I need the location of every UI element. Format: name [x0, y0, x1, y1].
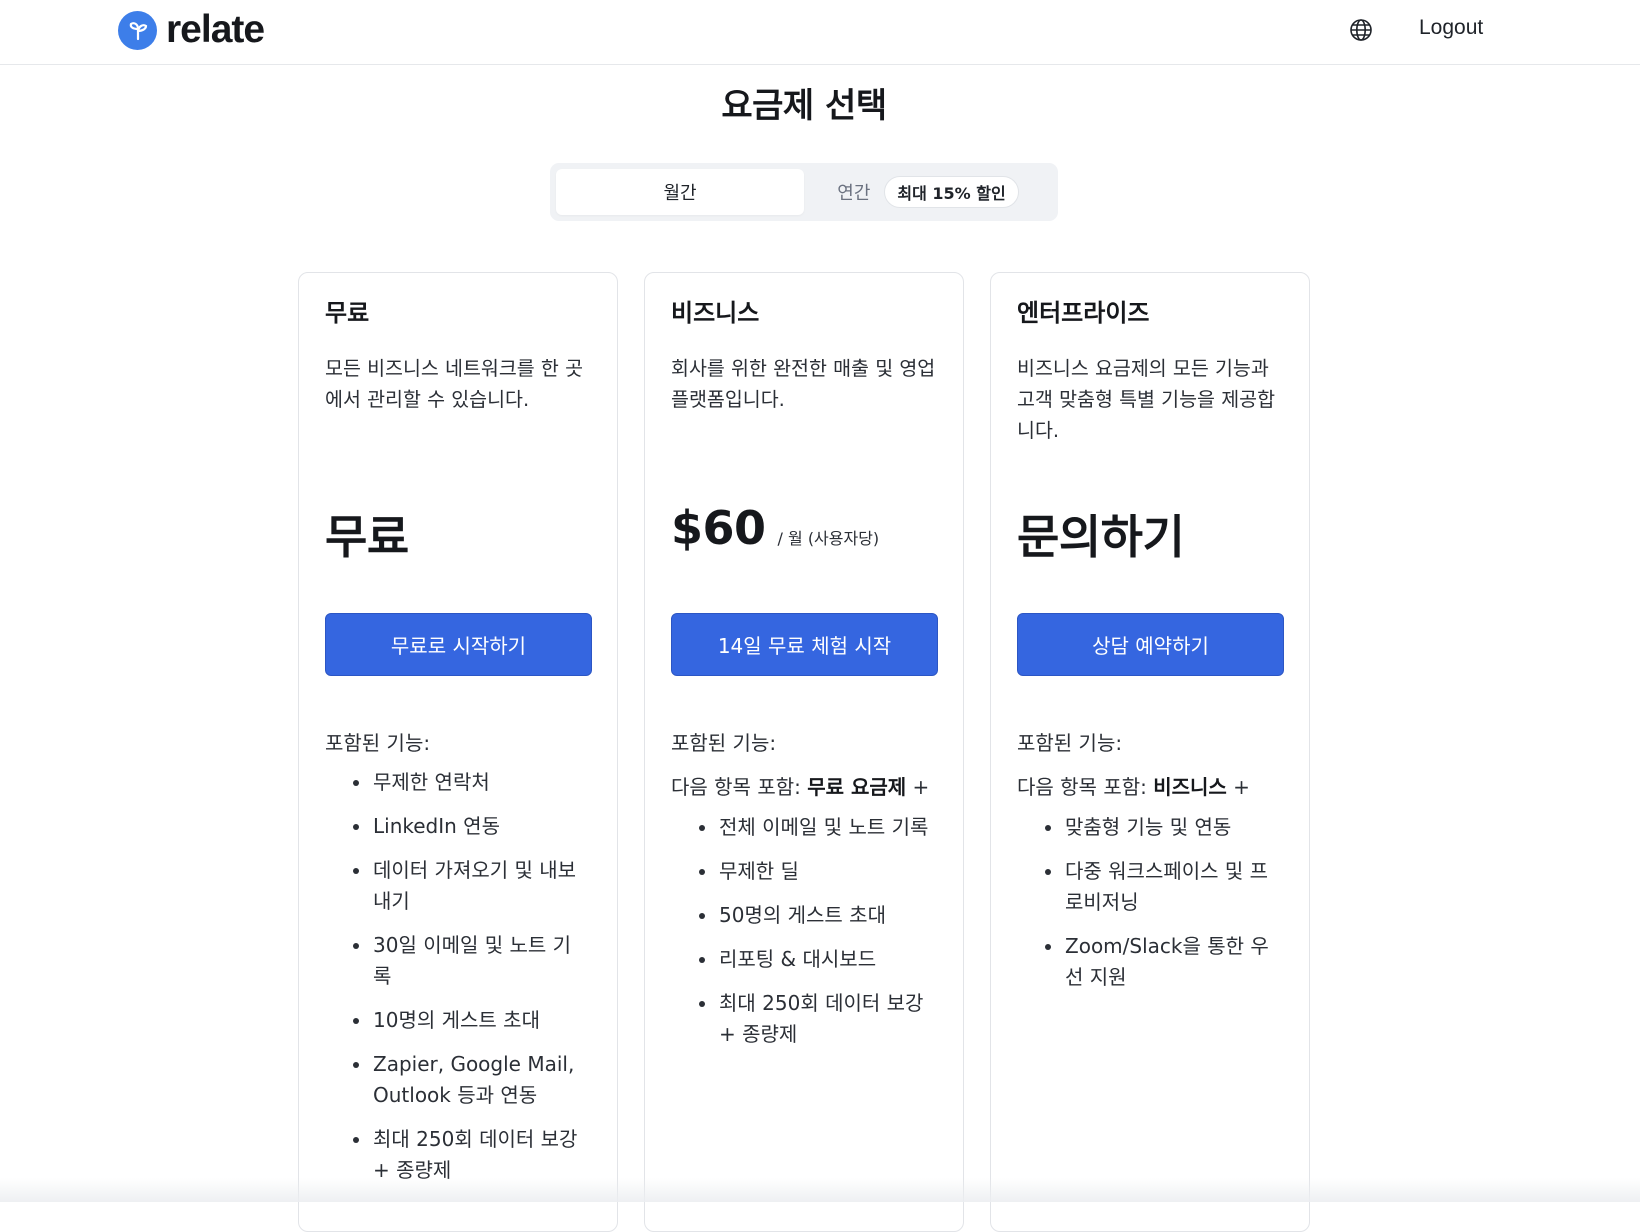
plan-price: 무료	[325, 501, 409, 564]
top-navbar: relate Logout	[0, 0, 1640, 65]
logout-link[interactable]: Logout	[1419, 16, 1483, 40]
price-unit: / 월 (사용자당)	[777, 529, 880, 548]
toggle-monthly[interactable]: 월간	[556, 169, 804, 215]
plan-card-free: 무료 모든 비즈니스 네트워크를 한 곳에서 관리할 수 있습니다. 무료 무료…	[298, 272, 618, 1232]
includes-prefix: 다음 항목 포함:	[1017, 775, 1154, 799]
globe-icon[interactable]	[1349, 18, 1373, 42]
list-item: 최대 250회 데이터 보강 + 종량제	[351, 1124, 583, 1186]
features-title: 포함된 기능:	[325, 731, 431, 755]
list-item: 다중 워크스페이스 및 프로비저닝	[1043, 856, 1275, 918]
toggle-monthly-label: 월간	[663, 183, 697, 204]
plan-name: 엔터프라이즈	[1017, 299, 1150, 327]
book-consultation-button[interactable]: 상담 예약하기	[1017, 613, 1284, 676]
price-amount: $60	[671, 501, 766, 555]
start-trial-button[interactable]: 14일 무료 체험 시작	[671, 613, 938, 676]
includes-suffix: +	[1226, 775, 1250, 799]
features-title: 포함된 기능:	[671, 731, 777, 755]
toggle-yearly-label: 연간	[837, 183, 871, 204]
list-item: 데이터 가져오기 및 내보내기	[351, 855, 583, 917]
includes-line: 다음 항목 포함: 비즈니스 +	[1017, 771, 1250, 800]
plan-card-enterprise: 엔터프라이즈 비즈니스 요금제의 모든 기능과 고객 맞춤형 특별 기능을 제공…	[990, 272, 1310, 1232]
plan-name: 비즈니스	[671, 299, 760, 327]
plan-price: $60 / 월 (사용자당)	[671, 501, 879, 561]
list-item: 전체 이메일 및 노트 기록	[697, 812, 929, 843]
includes-plan: 비즈니스	[1153, 775, 1227, 799]
price-amount: 문의하기	[1017, 510, 1185, 564]
list-item: 30일 이메일 및 노트 기록	[351, 930, 583, 992]
includes-suffix: +	[906, 775, 930, 799]
list-item: 무제한 연락처	[351, 767, 583, 798]
list-item: Zoom/Slack을 통한 우선 지원	[1043, 931, 1275, 993]
includes-plan: 무료 요금제	[807, 775, 907, 799]
features-title: 포함된 기능:	[1017, 731, 1123, 755]
plan-description: 비즈니스 요금제의 모든 기능과 고객 맞춤형 특별 기능을 제공합니다.	[1017, 357, 1276, 442]
includes-prefix: 다음 항목 포함:	[671, 775, 808, 799]
plan-name: 무료	[325, 299, 370, 327]
plan-card-business: 비즈니스 회사를 위한 완전한 매출 및 영업 플랫폼입니다. $60 / 월 …	[644, 272, 964, 1232]
discount-badge: 최대 15% 할인	[884, 176, 1019, 208]
list-item: 맞춤형 기능 및 연동	[1043, 812, 1275, 843]
logo-mark-icon	[118, 10, 157, 50]
brand-name: relate	[166, 8, 265, 51]
feature-list: 무제한 연락처 LinkedIn 연동 데이터 가져오기 및 내보내기 30일 …	[351, 767, 583, 1199]
list-item: 10명의 게스트 초대	[351, 1005, 583, 1036]
list-item: 50명의 게스트 초대	[697, 900, 929, 931]
list-item: LinkedIn 연동	[351, 811, 583, 842]
toggle-yearly[interactable]: 연간 최대 15% 할인	[804, 169, 1052, 215]
plan-price: 문의하기	[1017, 501, 1185, 564]
price-amount: 무료	[325, 510, 409, 564]
feature-list: 맞춤형 기능 및 연동 다중 워크스페이스 및 프로비저닝 Zoom/Slack…	[1043, 812, 1275, 1006]
plan-description: 회사를 위한 완전한 매출 및 영업 플랫폼입니다.	[671, 357, 936, 411]
list-item: 최대 250회 데이터 보강 + 종량제	[697, 988, 929, 1050]
feature-list: 전체 이메일 및 노트 기록 무제한 딜 50명의 게스트 초대 리포팅 & 대…	[697, 812, 929, 1063]
list-item: 무제한 딜	[697, 856, 929, 887]
list-item: 리포팅 & 대시보드	[697, 944, 929, 975]
brand-logo[interactable]: relate	[118, 8, 265, 51]
page-title: 요금제 선택	[721, 86, 887, 126]
bottom-fade	[0, 1178, 1640, 1202]
plan-description: 모든 비즈니스 네트워크를 한 곳에서 관리할 수 있습니다.	[325, 357, 584, 411]
list-item: Zapier, Google Mail, Outlook 등과 연동	[351, 1049, 583, 1111]
billing-period-toggle: 월간 연간 최대 15% 할인	[550, 163, 1058, 221]
includes-line: 다음 항목 포함: 무료 요금제 +	[671, 771, 929, 800]
start-free-button[interactable]: 무료로 시작하기	[325, 613, 592, 676]
